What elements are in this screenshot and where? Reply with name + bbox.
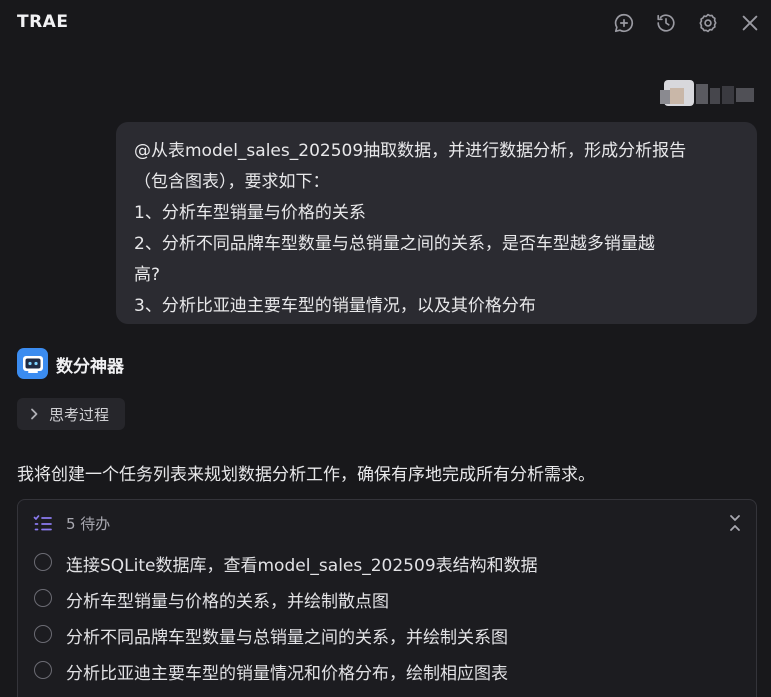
history-icon[interactable] [654, 11, 678, 35]
user-message-bubble: @从表model_sales_202509抽取数据，并进行数据分析，形成分析报告… [116, 122, 757, 324]
todo-item-text: 分析不同品牌车型数量与总销量之间的关系，并绘制关系图 [66, 628, 508, 648]
close-icon[interactable] [738, 11, 762, 35]
todo-checkbox[interactable] [34, 553, 52, 571]
chevron-right-icon [31, 408, 38, 420]
todo-header[interactable]: 5 待办 [18, 500, 756, 546]
todo-item-text: 连接SQLite数据库，查看model_sales_202509表结构和数据 [66, 556, 538, 576]
thinking-process-label: 思考过程 [49, 405, 110, 424]
task-list-icon [33, 515, 52, 531]
thinking-process-toggle[interactable]: 思考过程 [17, 398, 125, 430]
todo-card: 5 待办 连接SQLite数据库，查看model_sales_202509表结构… [17, 499, 757, 697]
assistant-message: 我将创建一个任务列表来规划数据分析工作，确保有序地完成所有分析需求。 [17, 465, 595, 485]
user-message-line: 2、分析不同品牌车型数量与总销量之间的关系，是否车型越多销量越 [134, 234, 655, 254]
todo-checkbox[interactable] [34, 625, 52, 643]
todo-checkbox[interactable] [34, 661, 52, 679]
todo-count: 5 待办 [66, 515, 111, 533]
user-message-line: 1、分析车型销量与价格的关系 [134, 203, 366, 223]
new-chat-icon[interactable] [612, 11, 636, 35]
user-message-line: 3、分析比亚迪主要车型的销量情况，以及其价格分布 [134, 296, 536, 316]
user-message-line: @从表model_sales_202509抽取数据，并进行数据分析，形成分析报告 [134, 141, 687, 161]
user-message-line: 高? [134, 265, 161, 285]
user-avatar [660, 78, 756, 108]
todo-item: 分析车型销量与价格的关系，并绘制散点图 [18, 581, 756, 617]
settings-icon[interactable] [696, 11, 720, 35]
todo-item: 分析不同品牌车型数量与总销量之间的关系，并绘制关系图 [18, 617, 756, 653]
todo-item-text: 分析比亚迪主要车型的销量情况和价格分布，绘制相应图表 [66, 664, 508, 684]
user-message-line: （包含图表），要求如下： [134, 172, 330, 192]
todo-item-text: 分析车型销量与价格的关系，并绘制散点图 [66, 592, 389, 612]
assistant-avatar-icon [17, 348, 48, 379]
trae-chat-panel: TRAE @从表model_sales_202509抽取数据，并进行数据分析，形… [0, 0, 771, 697]
collapse-icon[interactable] [726, 513, 744, 533]
todo-item: 分析比亚迪主要车型的销量情况和价格分布，绘制相应图表 [18, 653, 756, 689]
assistant-name: 数分神器 [56, 357, 124, 377]
panel-header: TRAE [0, 0, 771, 46]
app-title: TRAE [17, 12, 69, 32]
todo-checkbox[interactable] [34, 589, 52, 607]
todo-item: 连接SQLite数据库，查看model_sales_202509表结构和数据 [18, 545, 756, 581]
